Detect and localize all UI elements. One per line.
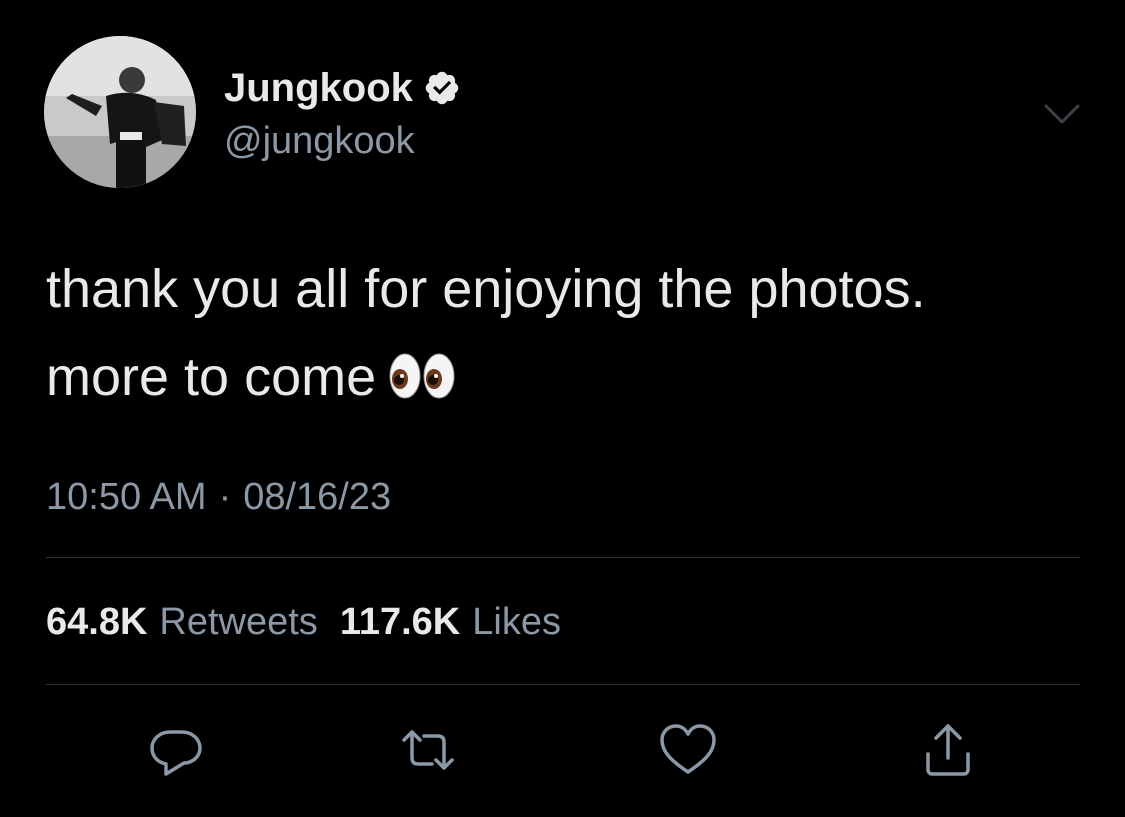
chevron-down-icon[interactable] [1040,96,1084,132]
reply-icon [150,730,202,776]
tweet-text-line2: more to come [46,347,377,407]
divider [46,684,1080,685]
reply-button[interactable] [144,718,208,782]
tweet-time[interactable]: 10:50 AM [46,474,207,520]
action-bar [0,718,1125,788]
retweets-label[interactable]: Retweets [159,599,317,645]
tweet-text: thank you all for enjoying the photos. m… [46,245,1086,421]
likes-count[interactable]: 117.6K [340,599,460,645]
share-button[interactable] [916,718,980,782]
tweet-detail: Jungkook @jungkook thank you all for enj… [0,0,1125,817]
eyes-emoji-icon [388,351,456,401]
display-name[interactable]: Jungkook [224,64,413,112]
divider [46,557,1080,558]
author-name-row: Jungkook [224,64,461,112]
author-handle[interactable]: @jungkook [224,118,415,164]
verified-badge-icon [423,69,461,107]
like-button[interactable] [656,718,720,782]
tweet-stats: 64.8K Retweets 117.6K Likes [46,599,583,645]
tweet-date[interactable]: 08/16/23 [243,474,391,520]
retweets-count[interactable]: 64.8K [46,599,147,645]
tweet-text-line1: thank you all for enjoying the photos. [46,259,926,319]
retweet-icon [402,730,454,770]
tweet-timestamp: 10:50 AM · 08/16/23 [46,474,391,520]
profile-photo [44,36,196,188]
heart-icon [660,724,716,774]
retweet-button[interactable] [396,718,460,782]
meta-separator: · [218,476,232,518]
avatar[interactable] [44,36,196,188]
likes-label[interactable]: Likes [472,599,561,645]
share-icon [926,724,970,776]
